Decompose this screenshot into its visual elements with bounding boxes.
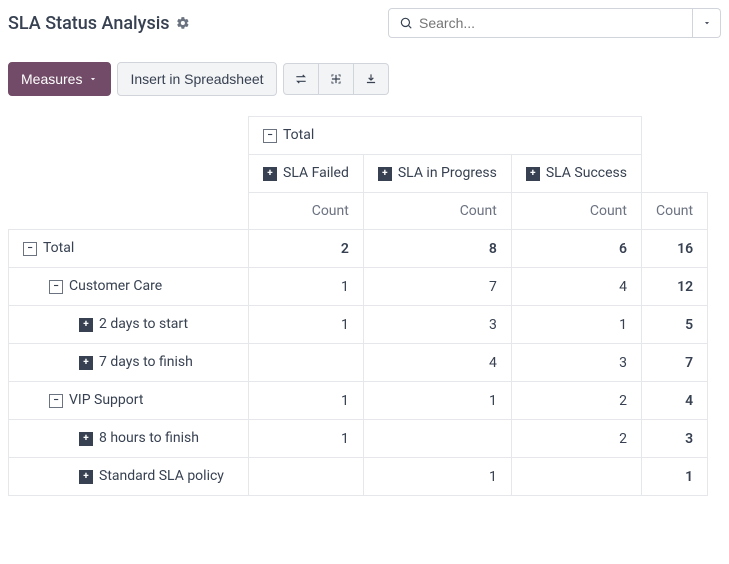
- table-cell: 1: [249, 268, 364, 306]
- table-cell: 3: [641, 420, 707, 458]
- table-cell: 5: [641, 306, 707, 344]
- table-cell: [363, 420, 511, 458]
- count-header: Count: [511, 193, 641, 230]
- search-input[interactable]: [419, 15, 682, 31]
- table-cell: [511, 458, 641, 496]
- table-cell: 7: [641, 344, 707, 382]
- swap-icon: [294, 72, 308, 86]
- table-cell: 1: [363, 382, 511, 420]
- row-label-text: 2 days to start: [99, 316, 188, 332]
- table-cell: 4: [641, 382, 707, 420]
- row-label[interactable]: +7 days to finish: [9, 344, 249, 382]
- table-row: −VIP Support1124: [9, 382, 708, 420]
- collapse-icon[interactable]: −: [23, 242, 37, 256]
- collapse-icon[interactable]: −: [263, 129, 277, 143]
- table-cell: 1: [249, 306, 364, 344]
- table-cell: 1: [641, 458, 707, 496]
- download-button[interactable]: [354, 63, 389, 95]
- row-label[interactable]: −Total: [9, 230, 249, 268]
- table-cell: 7: [363, 268, 511, 306]
- row-label[interactable]: +2 days to start: [9, 306, 249, 344]
- row-label-text: VIP Support: [69, 392, 143, 408]
- count-header: Count: [641, 193, 707, 230]
- search-input-container[interactable]: [388, 8, 693, 38]
- row-label-text: 8 hours to finish: [99, 430, 199, 446]
- collapse-icon[interactable]: −: [49, 394, 63, 408]
- table-cell: [249, 458, 364, 496]
- table-row: −Total28616: [9, 230, 708, 268]
- table-cell: 4: [511, 268, 641, 306]
- table-cell: 8: [363, 230, 511, 268]
- row-label[interactable]: +8 hours to finish: [9, 420, 249, 458]
- page-title: SLA Status Analysis: [8, 13, 170, 34]
- expand-icon[interactable]: +: [263, 167, 277, 181]
- gear-icon[interactable]: [176, 16, 190, 30]
- expand-icon[interactable]: +: [526, 167, 540, 181]
- row-label-text: Customer Care: [69, 278, 162, 294]
- row-label-text: Total: [43, 240, 74, 256]
- search-options-toggle[interactable]: [693, 8, 721, 38]
- col-header-sla-success[interactable]: +SLA Success: [511, 155, 641, 193]
- expand-all-button[interactable]: [319, 63, 354, 95]
- expand-icon: [329, 72, 343, 86]
- row-label[interactable]: + Standard SLA policy: [9, 458, 249, 496]
- search-icon: [399, 16, 413, 30]
- expand-icon[interactable]: +: [79, 432, 93, 446]
- expand-icon[interactable]: +: [79, 470, 93, 484]
- insert-label: Insert in Spreadsheet: [130, 71, 263, 87]
- measures-button[interactable]: Measures: [8, 62, 111, 96]
- row-label[interactable]: −VIP Support: [9, 382, 249, 420]
- col-total-header[interactable]: −Total: [249, 117, 642, 155]
- download-icon: [364, 72, 378, 86]
- table-cell: 3: [363, 306, 511, 344]
- table-row: +2 days to start1315: [9, 306, 708, 344]
- table-cell: 3: [511, 344, 641, 382]
- table-cell: 2: [511, 382, 641, 420]
- expand-icon[interactable]: +: [378, 167, 392, 181]
- expand-icon[interactable]: +: [79, 356, 93, 370]
- table-row: + Standard SLA policy 1 1: [9, 458, 708, 496]
- col-header-sla-in-progress[interactable]: +SLA in Progress: [363, 155, 511, 193]
- collapse-icon[interactable]: −: [49, 280, 63, 294]
- table-cell: 16: [641, 230, 707, 268]
- flip-axis-button[interactable]: [283, 63, 319, 95]
- col-header-sla-failed[interactable]: +SLA Failed: [249, 155, 364, 193]
- table-cell: 1: [249, 420, 364, 458]
- table-cell: 12: [641, 268, 707, 306]
- row-label-text: 7 days to finish: [99, 354, 193, 370]
- pivot-table: −Total +SLA Failed +SLA in Progress +SLA…: [8, 116, 708, 496]
- table-cell: 1: [511, 306, 641, 344]
- count-header: Count: [363, 193, 511, 230]
- table-cell: 2: [249, 230, 364, 268]
- table-cell: 4: [363, 344, 511, 382]
- table-cell: 6: [511, 230, 641, 268]
- caret-down-icon: [88, 74, 98, 84]
- expand-icon[interactable]: +: [79, 318, 93, 332]
- table-row: +7 days to finish 437: [9, 344, 708, 382]
- measures-label: Measures: [21, 71, 82, 87]
- table-row: +8 hours to finish123: [9, 420, 708, 458]
- row-label-text: Standard SLA policy: [99, 468, 224, 484]
- table-row: −Customer Care17412: [9, 268, 708, 306]
- count-header: Count: [249, 193, 364, 230]
- table-cell: [249, 344, 364, 382]
- insert-spreadsheet-button[interactable]: Insert in Spreadsheet: [117, 62, 276, 96]
- row-label[interactable]: −Customer Care: [9, 268, 249, 306]
- table-cell: 1: [363, 458, 511, 496]
- table-cell: 1: [249, 382, 364, 420]
- table-cell: 2: [511, 420, 641, 458]
